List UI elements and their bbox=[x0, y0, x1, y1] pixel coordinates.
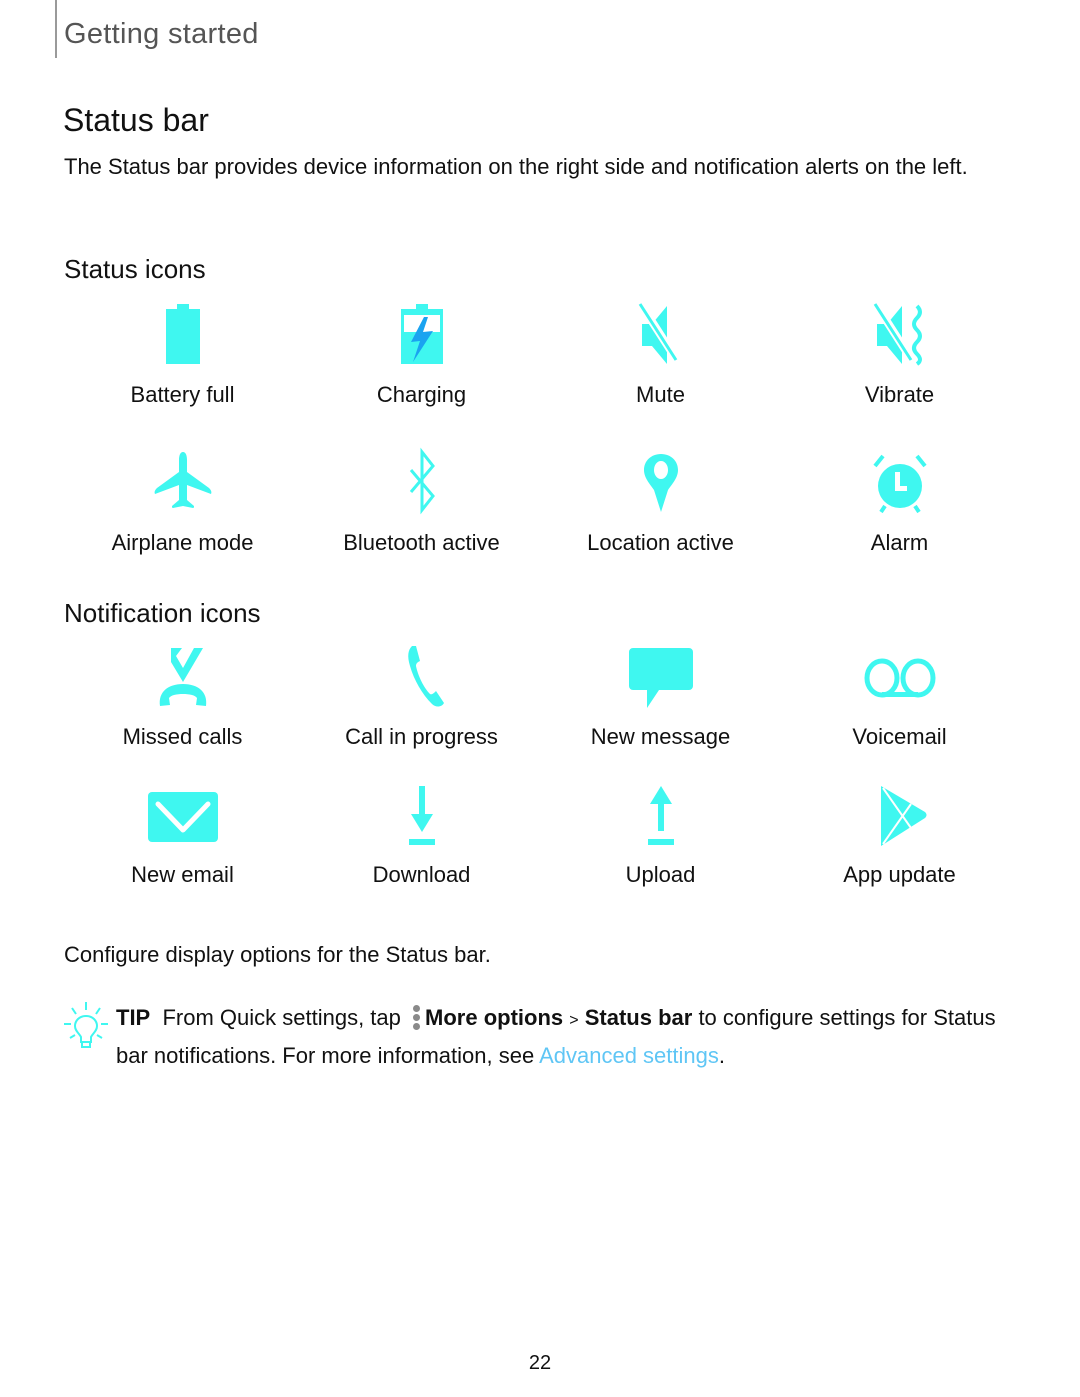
status-item-mute: Mute bbox=[541, 298, 780, 408]
status-label: Location active bbox=[587, 530, 734, 555]
notification-label: New message bbox=[590, 724, 731, 749]
battery-full-icon bbox=[138, 298, 228, 372]
status-item-airplane: Airplane mode bbox=[63, 446, 302, 556]
notification-label: Voicemail bbox=[852, 724, 947, 749]
status-bar-label: Status bar bbox=[584, 1005, 693, 1030]
bluetooth-icon bbox=[377, 446, 467, 520]
page-number: 22 bbox=[528, 1352, 552, 1374]
status-item-alarm: Alarm bbox=[780, 446, 1019, 556]
alarm-icon bbox=[855, 446, 945, 520]
notification-label: Upload bbox=[625, 862, 696, 887]
tip-text: TIP From Quick settings, tap More option… bbox=[116, 1000, 1016, 1073]
status-icons-grid: Battery full Charging Mute Vibrate Airpl… bbox=[63, 298, 1019, 556]
notification-item-app-update: App update bbox=[780, 778, 1019, 888]
tip-text-1: From Quick settings, tap bbox=[162, 1005, 401, 1030]
status-item-vibrate: Vibrate bbox=[780, 298, 1019, 408]
charging-icon bbox=[377, 298, 467, 372]
page-title: Status bar bbox=[63, 102, 209, 138]
status-item-location: Location active bbox=[541, 446, 780, 556]
more-options-label: More options bbox=[425, 1005, 564, 1030]
status-label: Bluetooth active bbox=[343, 530, 500, 555]
advanced-settings-link[interactable]: Advanced settings bbox=[539, 1043, 719, 1068]
chapter-title: Getting started bbox=[64, 18, 259, 50]
notification-item-message: New message bbox=[541, 640, 780, 750]
status-label: Charging bbox=[376, 382, 467, 407]
chapter-divider bbox=[55, 0, 57, 58]
status-label: Vibrate bbox=[864, 382, 935, 407]
upload-icon bbox=[616, 778, 706, 852]
tip-separator: > bbox=[569, 1012, 579, 1029]
notification-item-upload: Upload bbox=[541, 778, 780, 888]
intro-paragraph: The Status bar provides device informati… bbox=[64, 154, 968, 179]
location-icon bbox=[616, 446, 706, 520]
notification-item-missed-calls: Missed calls bbox=[63, 640, 302, 750]
missed-call-icon bbox=[138, 640, 228, 714]
notification-label: App update bbox=[843, 862, 956, 887]
notification-item-download: Download bbox=[302, 778, 541, 888]
notification-label: New email bbox=[131, 862, 234, 887]
status-item-charging: Charging bbox=[302, 298, 541, 408]
phone-icon bbox=[377, 640, 467, 714]
configure-text: Configure display options for the Status… bbox=[64, 942, 491, 967]
notification-item-voicemail: Voicemail bbox=[780, 640, 1019, 750]
tip-end: . bbox=[718, 1043, 725, 1068]
app-update-icon bbox=[855, 778, 945, 852]
voicemail-icon bbox=[855, 640, 945, 714]
notification-label: Missed calls bbox=[122, 724, 243, 749]
tip-label: TIP bbox=[116, 1005, 151, 1030]
email-icon bbox=[138, 778, 228, 852]
status-label: Mute bbox=[636, 382, 685, 407]
lightbulb-icon bbox=[60, 1000, 112, 1052]
notification-icons-grid: Missed calls Call in progress New messag… bbox=[63, 640, 1019, 888]
notification-item-call: Call in progress bbox=[302, 640, 541, 750]
status-label: Airplane mode bbox=[111, 530, 254, 555]
notification-icons-heading: Notification icons bbox=[64, 598, 261, 628]
download-icon bbox=[377, 778, 467, 852]
notification-item-email: New email bbox=[63, 778, 302, 888]
status-label: Battery full bbox=[130, 382, 235, 407]
status-item-bluetooth: Bluetooth active bbox=[302, 446, 541, 556]
mute-icon bbox=[616, 298, 706, 372]
notification-label: Download bbox=[372, 862, 471, 887]
airplane-icon bbox=[138, 446, 228, 520]
status-item-battery-full: Battery full bbox=[63, 298, 302, 408]
status-icons-heading: Status icons bbox=[64, 254, 206, 284]
more-options-icon bbox=[411, 1004, 421, 1030]
message-icon bbox=[616, 640, 706, 714]
notification-label: Call in progress bbox=[345, 724, 498, 749]
status-label: Alarm bbox=[870, 530, 929, 555]
vibrate-icon bbox=[855, 298, 945, 372]
